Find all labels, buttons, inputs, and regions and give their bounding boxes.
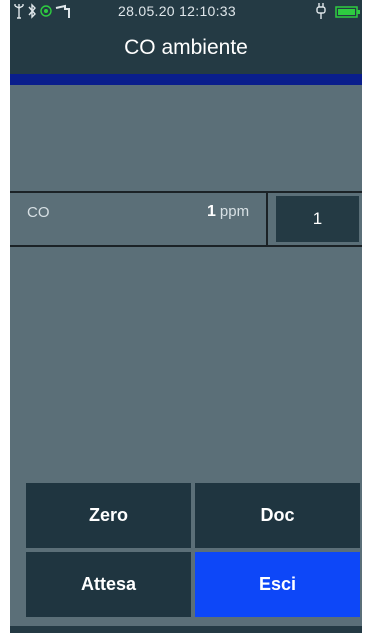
location-icon <box>40 3 52 19</box>
measurement-number: 1 <box>207 203 216 220</box>
title-accent-bar <box>10 74 362 85</box>
row-top-divider <box>10 191 362 193</box>
page-title: CO ambiente <box>10 22 362 74</box>
measurement-value: 1 ppm <box>207 203 249 221</box>
row-vertical-divider <box>266 193 268 245</box>
doc-button[interactable]: Doc <box>195 483 360 548</box>
attesa-button[interactable]: Attesa <box>26 552 191 617</box>
status-bar: 28.05.20 12:10:33 <box>10 0 362 22</box>
plug-icon <box>316 2 326 23</box>
device-screen: 28.05.20 12:10:33 CO ambiente CO 1 ppm 1 … <box>10 0 362 633</box>
measurement-unit: ppm <box>219 203 250 220</box>
zero-button[interactable]: Zero <box>26 483 191 548</box>
bottom-strip <box>10 626 362 633</box>
measurement-count-box[interactable]: 1 <box>276 196 359 242</box>
status-datetime: 28.05.20 12:10:33 <box>118 3 236 19</box>
measurement-label: CO <box>27 204 50 221</box>
esci-button[interactable]: Esci <box>195 552 360 617</box>
battery-icon <box>335 5 361 21</box>
bluetooth-icon <box>27 3 37 19</box>
row-bottom-divider <box>10 245 362 247</box>
probe-icon <box>55 3 71 19</box>
status-icons <box>14 1 71 21</box>
usb-icon <box>14 3 24 19</box>
